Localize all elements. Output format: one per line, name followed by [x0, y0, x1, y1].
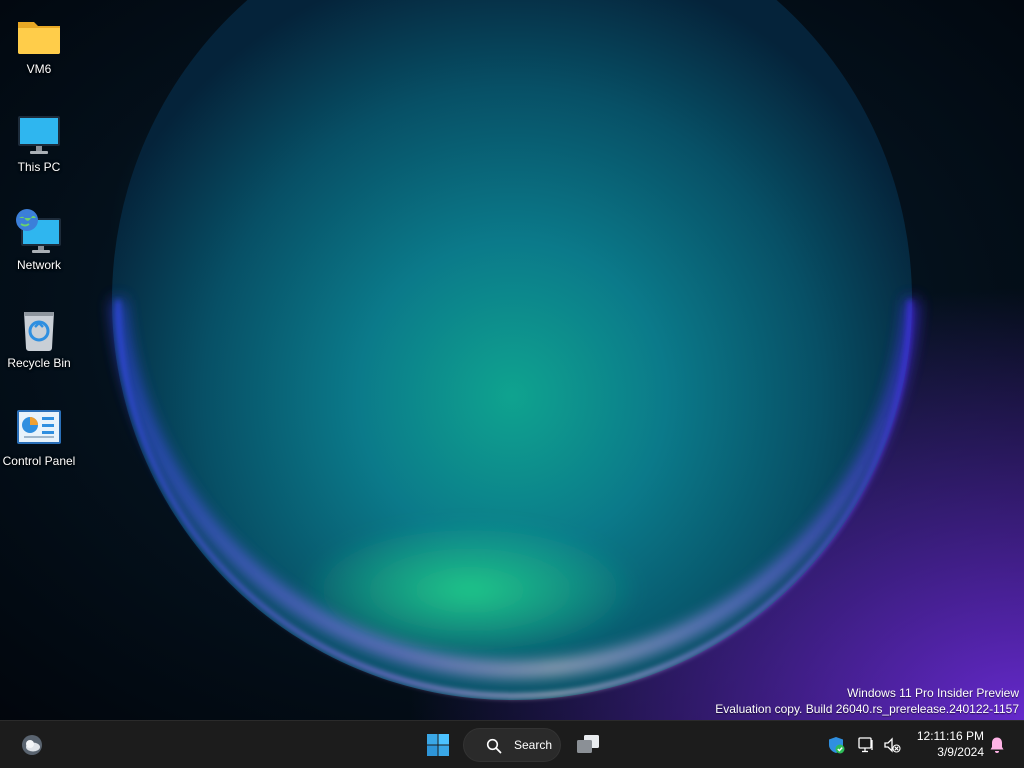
monitor-icon — [15, 110, 63, 158]
security-tray-button[interactable] — [824, 725, 848, 765]
windows-logo-icon — [426, 733, 450, 757]
wallpaper — [0, 0, 1024, 720]
clock-time: 12:11:16 PM — [916, 729, 984, 743]
windows-security-icon — [827, 736, 845, 754]
watermark-line2: Evaluation copy. Build 26040.rs_prerelea… — [715, 702, 1019, 716]
search-icon — [486, 738, 502, 754]
network-icon — [15, 208, 63, 256]
desktop-icon-network[interactable]: Network — [0, 202, 78, 292]
task-view-icon — [575, 734, 601, 756]
start-button[interactable] — [418, 725, 458, 765]
search-box[interactable]: Search — [463, 728, 561, 762]
volume-tray-button[interactable] — [880, 725, 904, 765]
network-status-icon — [857, 736, 875, 754]
clock-date: 3/9/2024 — [937, 745, 984, 759]
desktop-icon-vm6[interactable]: VM6 — [0, 6, 78, 96]
search-label: Search — [513, 738, 553, 752]
watermark-line1: Windows 11 Pro Insider Preview — [847, 686, 1019, 700]
desktop-icon-control-panel[interactable]: Control Panel — [0, 398, 78, 488]
evaluation-watermark: Windows 11 Pro Insider Preview Evaluatio… — [715, 685, 1019, 717]
recycle-bin-icon — [15, 306, 63, 354]
desktop-icon-recycle-bin[interactable]: Recycle Bin — [0, 300, 78, 390]
network-tray-button[interactable] — [855, 725, 877, 765]
desktop[interactable]: VM6 This PC Network Recycle Bin Control … — [0, 0, 1024, 720]
desktop-icon-label: VM6 — [26, 62, 52, 76]
folder-icon — [15, 12, 63, 60]
desktop-icon-label: Recycle Bin — [7, 356, 71, 370]
volume-muted-icon — [883, 736, 901, 754]
desktop-icon-label: Control Panel — [2, 454, 76, 468]
clock[interactable]: 12:11:16 PM 3/9/2024 — [908, 728, 984, 760]
widgets-button[interactable] — [12, 725, 52, 765]
task-view-button[interactable] — [568, 725, 608, 765]
taskbar: Search 12:11:16 PM 3/9/2024 — [0, 720, 1024, 768]
notifications-button[interactable] — [984, 725, 1010, 765]
desktop-icon-label: Network — [16, 258, 61, 272]
desktop-icon-this-pc[interactable]: This PC — [0, 104, 78, 194]
bell-icon — [989, 736, 1005, 754]
weather-icon — [20, 733, 44, 757]
desktop-icon-label: This PC — [17, 160, 61, 174]
control-panel-icon — [15, 404, 63, 452]
